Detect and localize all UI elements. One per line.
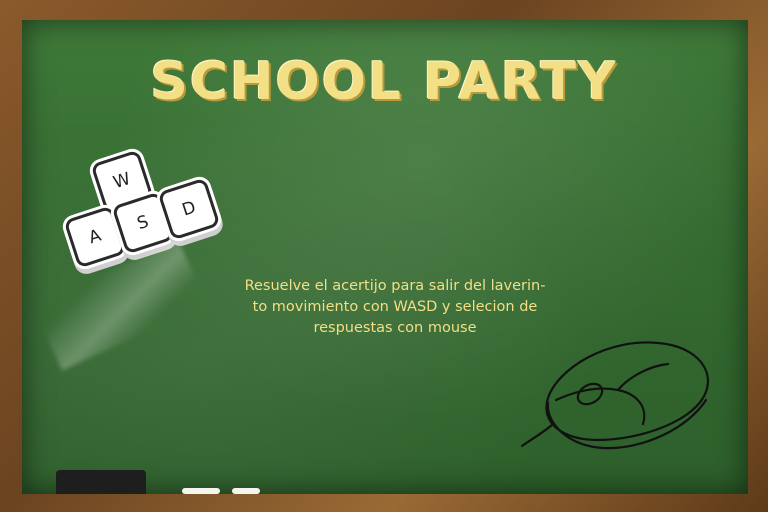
chalk-piece <box>182 488 220 494</box>
eraser <box>56 470 146 494</box>
game-title: SCHOOL PARTY <box>150 52 618 112</box>
mouse-icon <box>520 341 709 450</box>
chalk-piece <box>232 488 260 494</box>
instructions-line-2: to movimiento con WASD y selecion de <box>252 299 538 315</box>
wasd-keys-icon: W A S D <box>63 148 221 269</box>
instructions-line-1: Resuelve el acertijo para salir del lave… <box>244 278 546 294</box>
